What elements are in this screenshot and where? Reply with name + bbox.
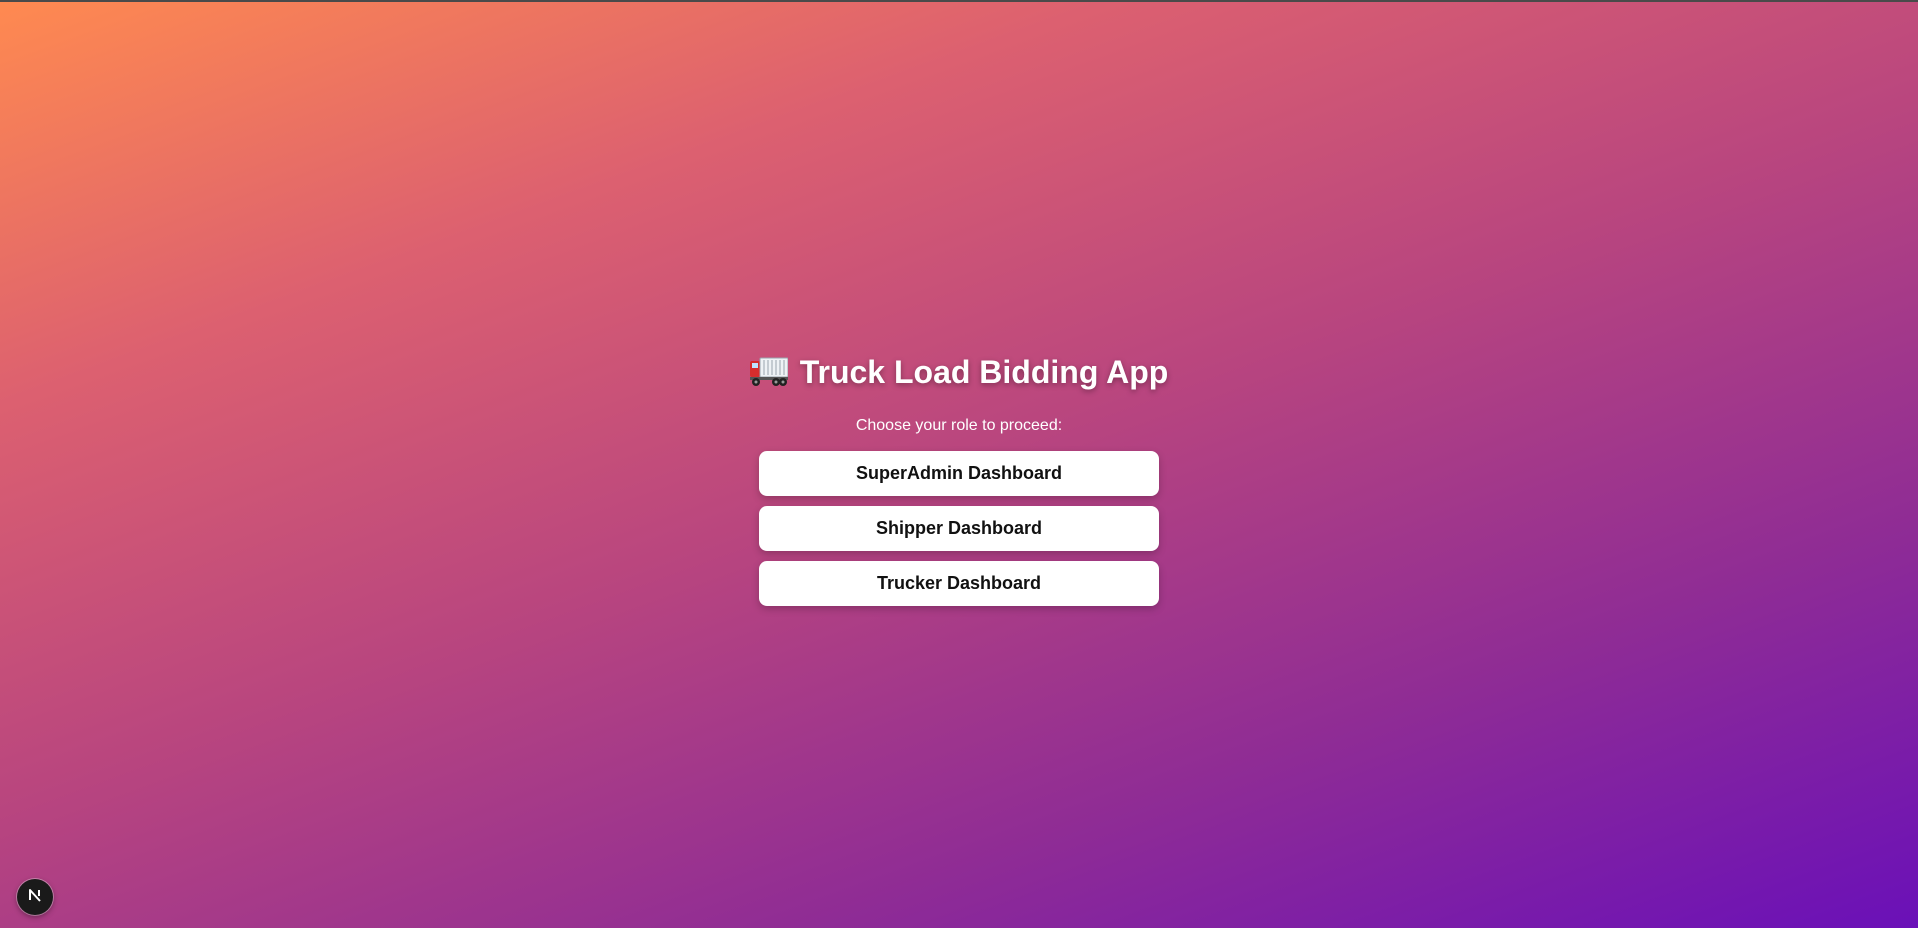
trucker-dashboard-button[interactable]: Trucker Dashboard xyxy=(759,561,1159,606)
shipper-dashboard-button[interactable]: Shipper Dashboard xyxy=(759,506,1159,551)
nextjs-logo-icon xyxy=(26,886,44,909)
page-title: Truck Load Bidding App xyxy=(749,350,1169,394)
role-prompt: Choose your role to proceed: xyxy=(855,417,1063,434)
role-selection-panel: Truck Load Bidding App Choose your role … xyxy=(0,350,1918,616)
page-title-text: Truck Load Bidding App xyxy=(799,353,1169,390)
dev-tools-badge[interactable] xyxy=(17,879,53,915)
truck-icon xyxy=(749,357,789,387)
superadmin-dashboard-button[interactable]: SuperAdmin Dashboard xyxy=(759,451,1159,496)
